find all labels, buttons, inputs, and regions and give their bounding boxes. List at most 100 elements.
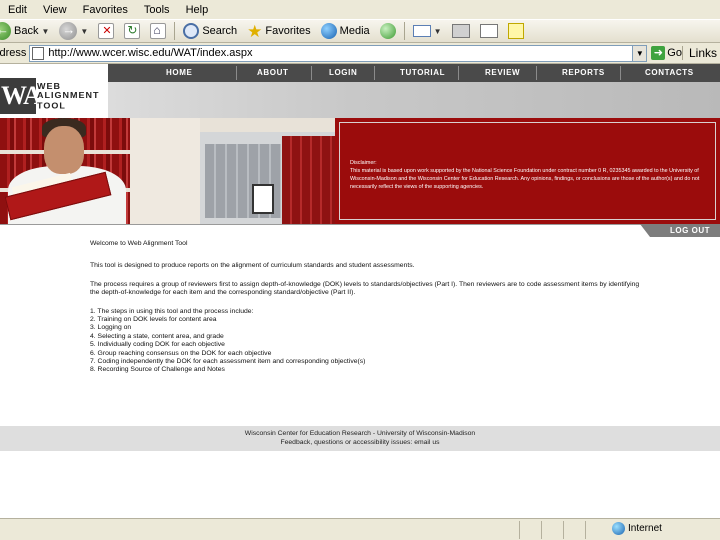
list-item: 8. Recording Source of Challenge and Not… xyxy=(90,366,225,374)
nav-reports[interactable]: REPORTS xyxy=(562,68,605,77)
binder-tag-graphic xyxy=(252,184,274,214)
back-arrow-icon xyxy=(0,22,11,40)
home-icon xyxy=(150,23,167,39)
main-content: Welcome to Web Alignment Tool This tool … xyxy=(90,240,650,375)
forward-button[interactable]: ▼ xyxy=(54,20,93,42)
disclaimer-text: This material is based upon work support… xyxy=(350,168,700,190)
search-icon xyxy=(183,23,200,39)
nav-home[interactable]: HOME xyxy=(166,68,192,77)
mail-icon xyxy=(412,25,431,37)
refresh-button[interactable] xyxy=(119,20,145,42)
back-label: Back xyxy=(14,25,39,37)
address-input[interactable]: http://www.wcer.wisc.edu/WAT/index.aspx … xyxy=(29,44,648,62)
menu-favorites[interactable]: Favorites xyxy=(75,4,136,16)
nav-divider xyxy=(620,66,621,80)
list-item: 2. Training on DOK levels for content ar… xyxy=(90,316,217,324)
logo-line-1: WEB ALIGNMENT xyxy=(37,82,100,100)
go-button[interactable]: ➜ Go xyxy=(647,46,682,60)
menu-help[interactable]: Help xyxy=(178,4,217,16)
browser-toolbar: Back ▼ ▼ Search ★ Favorites Media ▼ xyxy=(0,19,720,43)
status-bar: Internet xyxy=(0,518,720,540)
logout-divider-line xyxy=(0,224,720,225)
stop-button[interactable] xyxy=(93,20,119,42)
footer-credit[interactable]: Wisconsin Center for Education Research … xyxy=(0,429,720,438)
nav-divider xyxy=(374,66,375,80)
links-button[interactable]: Links xyxy=(681,46,720,60)
hero-banner: Disclaimer: This material is based upon … xyxy=(0,118,720,224)
status-cell xyxy=(520,520,542,539)
list-item: 4. Selecting a state, content area, and … xyxy=(90,332,224,340)
media-icon xyxy=(320,23,337,39)
logout-button[interactable]: LOG OUT xyxy=(640,224,720,237)
stop-icon xyxy=(98,23,115,39)
nav-strip: HOME ABOUT LOGIN TUTORIAL REVIEW REPORTS… xyxy=(108,64,720,82)
list-item: 7. Coding independently the DOK for each… xyxy=(90,358,366,366)
favorites-button[interactable]: ★ Favorites xyxy=(242,20,316,42)
disclaimer-text-block: Disclaimer: This material is based upon … xyxy=(350,159,715,191)
history-icon xyxy=(379,23,396,39)
mail-button[interactable]: ▼ xyxy=(408,20,447,42)
star-icon: ★ xyxy=(247,21,263,41)
wall-graphic xyxy=(130,118,200,224)
security-zone: Internet xyxy=(612,522,662,535)
hero-photo xyxy=(0,118,335,224)
address-label: Address xyxy=(0,47,27,59)
forward-arrow-icon xyxy=(59,22,78,40)
history-button[interactable] xyxy=(375,20,401,42)
zone-label: Internet xyxy=(628,523,662,534)
nav-about[interactable]: ABOUT xyxy=(257,68,288,77)
nav-tutorial[interactable]: TUTORIAL xyxy=(400,68,445,77)
logout-bar: LOG OUT xyxy=(0,224,720,237)
favorites-label: Favorites xyxy=(265,25,311,37)
search-button[interactable]: Search xyxy=(178,20,242,42)
go-label: Go xyxy=(667,47,682,59)
nav-review[interactable]: REVIEW xyxy=(485,68,520,77)
wat-logo[interactable]: WAT xyxy=(0,78,56,114)
menu-bar: Edit View Favorites Tools Help xyxy=(0,0,720,19)
address-dropdown-icon[interactable]: ▼ xyxy=(632,45,647,61)
toolbar-separator xyxy=(403,22,405,40)
nav-login[interactable]: LOGIN xyxy=(329,68,357,77)
print-button[interactable] xyxy=(447,20,475,42)
edit-button[interactable] xyxy=(475,20,503,42)
list-item: 5. Individually coding DOK for each obje… xyxy=(90,341,225,349)
nav-divider xyxy=(458,66,459,80)
list-item: 6. Group reaching consensus on the DOK f… xyxy=(90,349,272,357)
status-message-area xyxy=(0,520,520,539)
go-arrow-icon: ➜ xyxy=(651,46,666,60)
back-dropdown-icon[interactable]: ▼ xyxy=(41,27,49,36)
nav-divider xyxy=(236,66,237,80)
person-head-graphic xyxy=(44,126,84,174)
home-button[interactable] xyxy=(145,20,171,42)
page-icon xyxy=(32,46,45,60)
footer-feedback[interactable]: Feedback, questions or accessibility iss… xyxy=(0,438,720,447)
main-nav: HOME ABOUT LOGIN TUTORIAL REVIEW REPORTS… xyxy=(108,64,720,118)
mail-dropdown-icon[interactable]: ▼ xyxy=(434,27,442,36)
logo-line-2: TOOL xyxy=(37,101,66,111)
menu-tools[interactable]: Tools xyxy=(136,4,178,16)
site-footer: Wisconsin Center for Education Research … xyxy=(0,426,720,451)
address-bar: Address http://www.wcer.wisc.edu/WAT/ind… xyxy=(0,43,720,64)
toolbar-separator xyxy=(174,22,176,40)
site-header: WAT WEB ALIGNMENT TOOL HOME ABOUT LOGIN … xyxy=(0,64,720,118)
status-cell xyxy=(564,520,586,539)
search-label: Search xyxy=(202,25,238,37)
list-item: 1. The steps in using this tool and the … xyxy=(90,307,254,315)
intro-paragraph: This tool is designed to produce reports… xyxy=(90,262,415,270)
forward-dropdown-icon[interactable]: ▼ xyxy=(80,27,88,36)
logo-subtitle: WEB ALIGNMENT TOOL xyxy=(37,81,107,111)
menu-edit[interactable]: Edit xyxy=(0,4,35,16)
back-button[interactable]: Back ▼ xyxy=(0,20,54,42)
notes-button[interactable] xyxy=(503,20,529,42)
welcome-heading: Welcome to Web Alignment Tool xyxy=(90,240,188,247)
printer-icon xyxy=(451,24,470,38)
media-button[interactable]: Media xyxy=(316,20,375,42)
edit-page-icon xyxy=(479,24,498,38)
media-label: Media xyxy=(339,25,370,37)
nav-contacts[interactable]: CONTACTS xyxy=(645,68,694,77)
page-viewport: WAT WEB ALIGNMENT TOOL HOME ABOUT LOGIN … xyxy=(0,64,720,518)
note-icon xyxy=(507,23,524,39)
nav-divider xyxy=(536,66,537,80)
menu-view[interactable]: View xyxy=(35,4,75,16)
status-cell xyxy=(542,520,564,539)
